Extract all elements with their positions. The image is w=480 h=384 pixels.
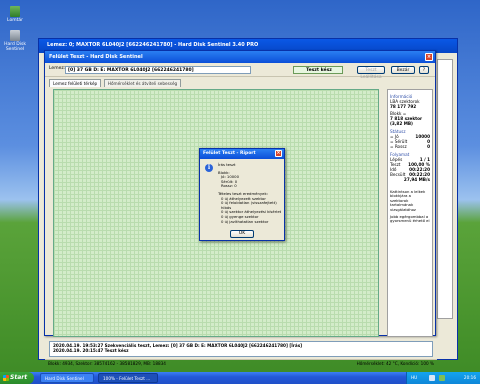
speed-value: 27,94 MB/s: [403, 177, 430, 182]
weak-value: 0: [427, 144, 430, 149]
log-date: 2020.04.19.: [53, 348, 82, 353]
recycle-bin-icon: [10, 6, 20, 17]
right-info-panel: Információ LBA szektorok 78 177 792 Blok…: [387, 89, 433, 337]
info-icon: i: [205, 164, 213, 172]
hard-disk-icon: [10, 30, 20, 41]
help-button[interactable]: ?: [419, 66, 429, 74]
windows-logo-icon: [3, 375, 9, 381]
taskbar: Start Hard Disk Sentinel 100% - Felület …: [0, 372, 480, 384]
hint-click: Kattintson a lelkek blokkjára a szektoro…: [390, 189, 426, 212]
dialog-line: 0 új javíthatatlan szektor: [221, 218, 269, 224]
desktop-icon-hds[interactable]: Hard Disk Sentinel: [2, 30, 28, 52]
language-indicator[interactable]: HU: [411, 372, 417, 384]
report-dialog: Felület Teszt - Riport × i Írás teszt Bl…: [199, 148, 285, 241]
dialog-title-bar: Felület Teszt - Riport ×: [200, 149, 284, 159]
tray-network-icon[interactable]: [439, 375, 445, 381]
log-text: Teszt kész: [104, 348, 129, 353]
log-time: 20:15:47: [82, 348, 104, 353]
blocks-size: (3,82 MB): [390, 121, 413, 126]
close-button[interactable]: Bezár: [391, 66, 415, 74]
desktop-icon-label: Lomtár: [7, 18, 23, 23]
close-icon[interactable]: ×: [275, 150, 282, 157]
tab-strip: Lemez felületi térkép Hőmérséklet és átv…: [49, 79, 182, 87]
disk-select[interactable]: [0] 37 GB D: E: MAXTOR 6L040J2 [66224624…: [65, 66, 251, 74]
taskbar-item-surface-test[interactable]: 100% - Felület Teszt ...: [98, 373, 158, 383]
status-left: Blokk: 4934, Szektor: 38574162 - 3858182…: [48, 361, 166, 366]
toolbar: Lemez: [0] 37 GB D: E: MAXTOR 6L040J2 [6…: [45, 63, 435, 80]
side-strip: [437, 59, 453, 319]
ok-button[interactable]: OK: [230, 230, 254, 238]
hint-right-click: Jobb egérgombbal a gyorsmenü érhető el: [390, 214, 430, 224]
surface-test-title-bar: Felület Teszt - Hard Disk Sentinel ×: [45, 51, 435, 63]
tray-app-icon[interactable]: [429, 375, 435, 381]
clock: 20:16: [463, 375, 476, 380]
dialog-message: Írás teszt Blokk: Jó: 10000 Sérült: 0 Ro…: [218, 162, 282, 224]
close-icon[interactable]: ×: [425, 53, 433, 61]
log-row: 2020.04.19. 20:15:47 Teszt kész: [53, 348, 429, 353]
stop-test-button[interactable]: Teszt Leállítása: [357, 66, 385, 80]
weak-label: = Rossz: [390, 144, 407, 149]
dialog-title: Felület Teszt - Riport: [203, 151, 256, 156]
window-title: Felület Teszt - Hard Disk Sentinel: [49, 54, 143, 60]
system-tray: HU 20:16: [406, 372, 480, 384]
start-label: Start: [10, 374, 28, 381]
tab-surface-map[interactable]: Lemez felületi térkép: [49, 79, 102, 87]
status-bar: Blokk: 4934, Szektor: 38574162 - 3858182…: [45, 359, 437, 368]
desktop-icon-recycle-bin[interactable]: Lomtár: [2, 6, 28, 23]
status-right: Hőmérséklet: 42 °C, Kondíció: 100 %: [356, 361, 434, 366]
disk-label: Lemez:: [49, 66, 66, 71]
taskbar-item-hds[interactable]: Hard Disk Sentinel: [40, 373, 94, 383]
log-text: Szekvenciális teszt, Lemez: [0] 37 GB D:…: [104, 343, 303, 348]
test-status-field: Teszt kész: [293, 66, 343, 74]
tab-temperature[interactable]: Hőmérséklet és átviteli sebesség: [103, 79, 182, 87]
event-log: 2020.04.19. 19:53:27 Szekvenciális teszt…: [49, 341, 433, 357]
lba-value: 78 177 792: [390, 104, 417, 109]
start-button[interactable]: Start: [0, 372, 34, 384]
desktop-icon-label: Hard Disk Sentinel: [4, 42, 26, 52]
